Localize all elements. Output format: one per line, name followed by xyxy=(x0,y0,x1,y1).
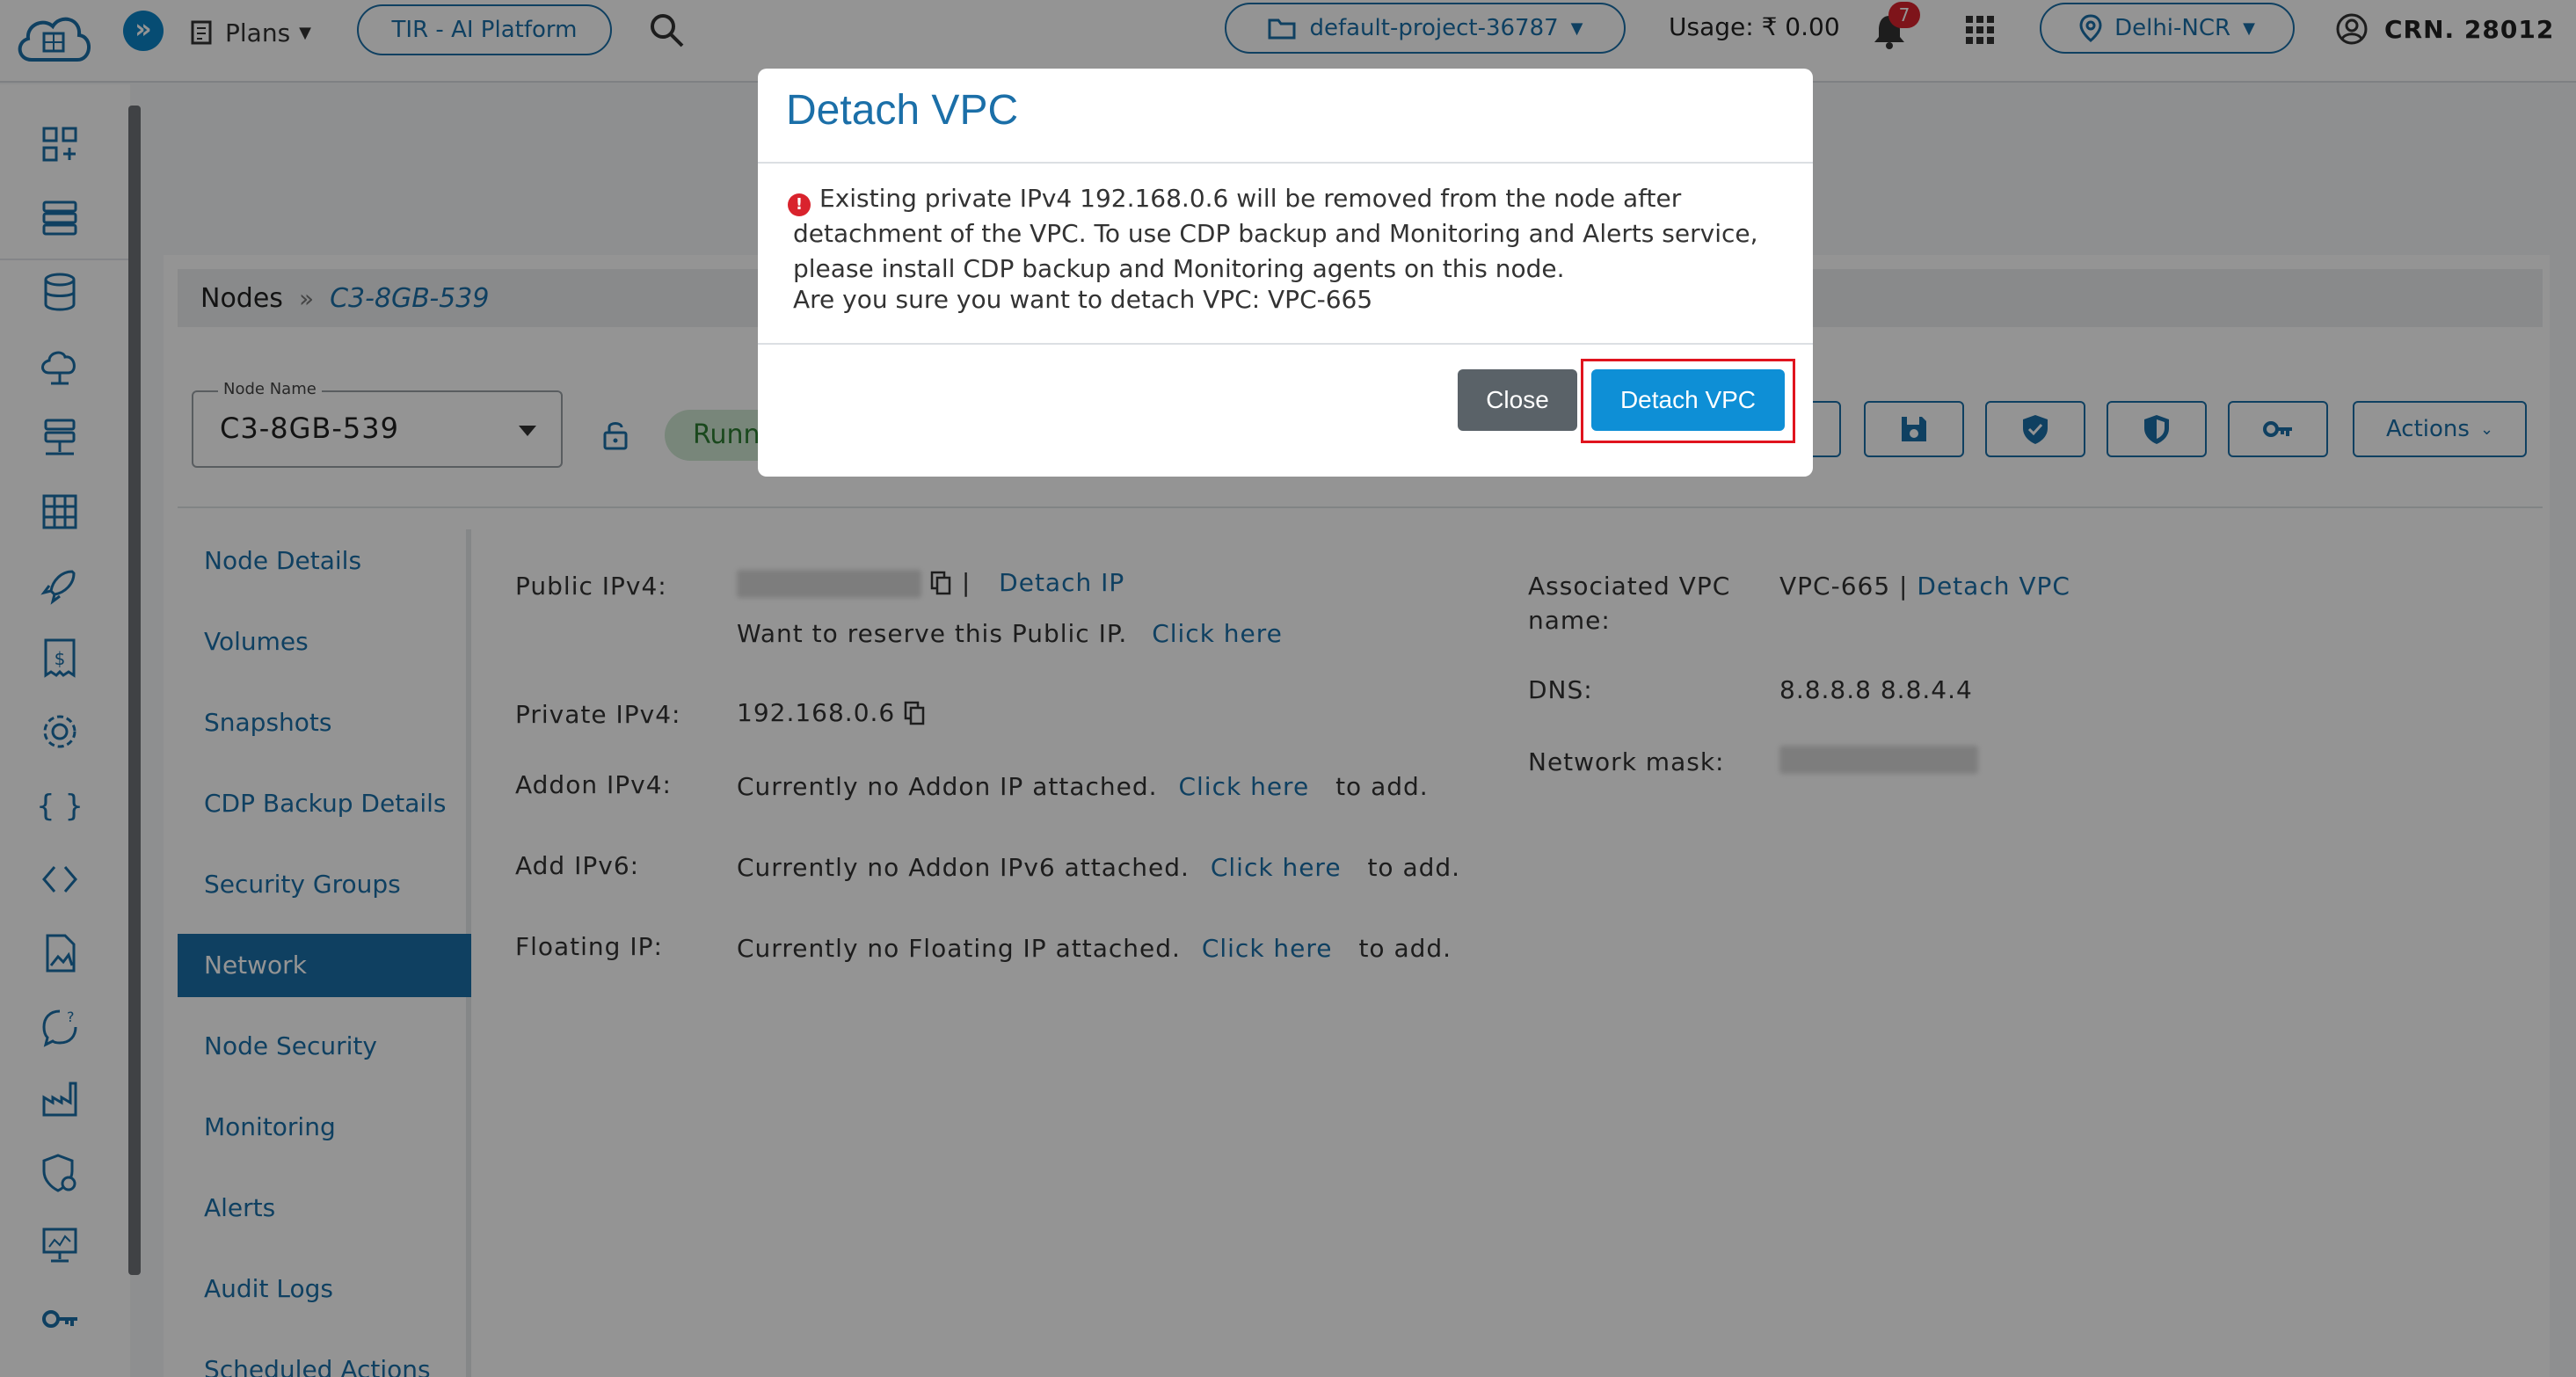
modal-title: Detach VPC xyxy=(786,87,1019,134)
detach-vpc-highlight xyxy=(1581,359,1795,443)
modal-header: Detach VPC xyxy=(758,69,1813,164)
modal-confirm-question: Are you sure you want to detach VPC: VPC… xyxy=(793,285,1373,314)
modal-warning-text: Existing private IPv4 192.168.0.6 will b… xyxy=(793,184,1758,283)
modal-footer: Close Detach VPC xyxy=(758,343,1813,477)
close-button[interactable]: Close xyxy=(1458,369,1577,431)
detach-vpc-modal: Detach VPC ! Existing private IPv4 192.1… xyxy=(758,69,1813,477)
